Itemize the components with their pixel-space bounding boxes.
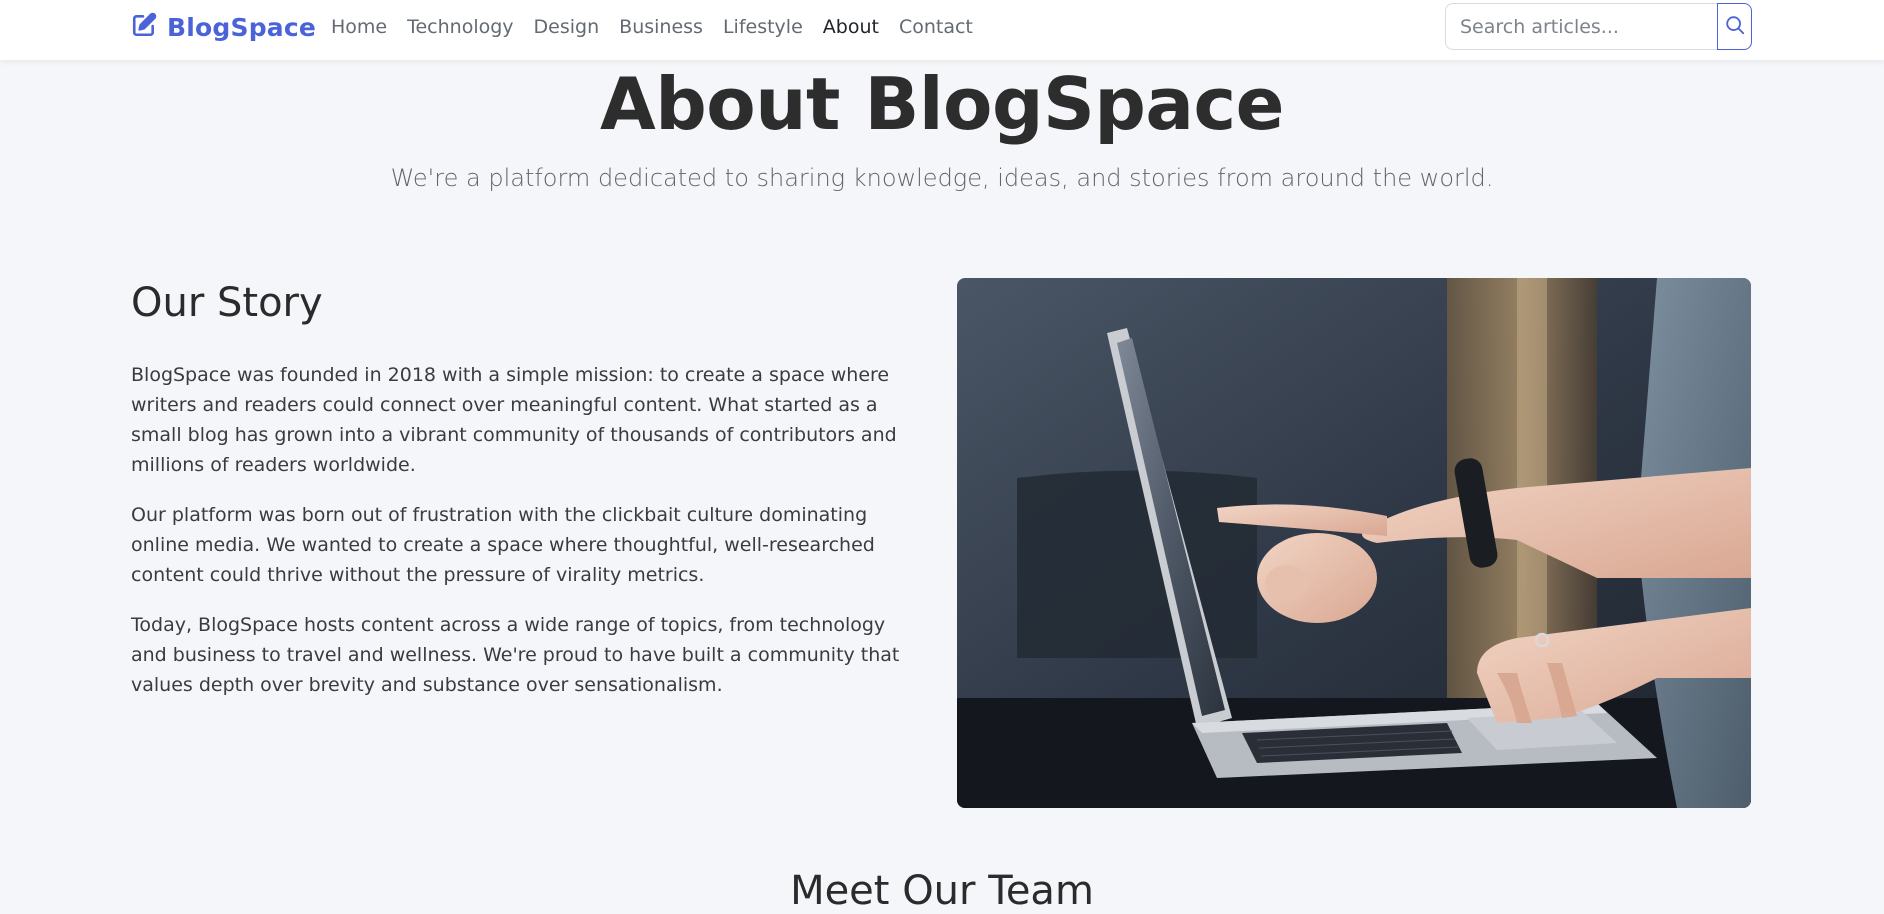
story-paragraph-2: Our platform was born out of frustration…: [131, 504, 875, 586]
nav-item-design[interactable]: Design: [534, 16, 600, 38]
search-form: [1445, 3, 1752, 50]
story-paragraph-3: Today, BlogSpace hosts content across a …: [131, 614, 900, 696]
nav-item-contact[interactable]: Contact: [899, 16, 973, 38]
our-story-section: Our Story BlogSpace was founded in 2018 …: [131, 278, 921, 720]
nav-item-home[interactable]: Home: [331, 16, 387, 38]
story-heading: Our Story: [131, 280, 323, 326]
nav-item-technology[interactable]: Technology: [407, 16, 513, 38]
top-navbar: BlogSpace Home Technology Design Busines…: [0, 0, 1884, 60]
brand-name: BlogSpace: [167, 12, 317, 42]
story-laptop-photo: [957, 278, 1751, 808]
page-title: About BlogSpace: [599, 62, 1285, 146]
main-nav: Home Technology Design Business Lifestyl…: [331, 14, 993, 40]
pencil-square-icon: [131, 12, 157, 43]
nav-item-about[interactable]: About: [823, 16, 879, 38]
search-button[interactable]: [1717, 3, 1752, 50]
search-icon: [1724, 14, 1746, 39]
search-input[interactable]: [1445, 3, 1717, 50]
nav-item-business[interactable]: Business: [619, 16, 703, 38]
nav-item-lifestyle[interactable]: Lifestyle: [723, 16, 803, 38]
page-subtitle: We're a platform dedicated to sharing kn…: [390, 164, 1494, 192]
story-paragraph-1: BlogSpace was founded in 2018 with a sim…: [131, 364, 897, 476]
brand-logo-link[interactable]: BlogSpace: [131, 11, 316, 43]
team-heading: Meet Our Team: [790, 868, 1094, 914]
